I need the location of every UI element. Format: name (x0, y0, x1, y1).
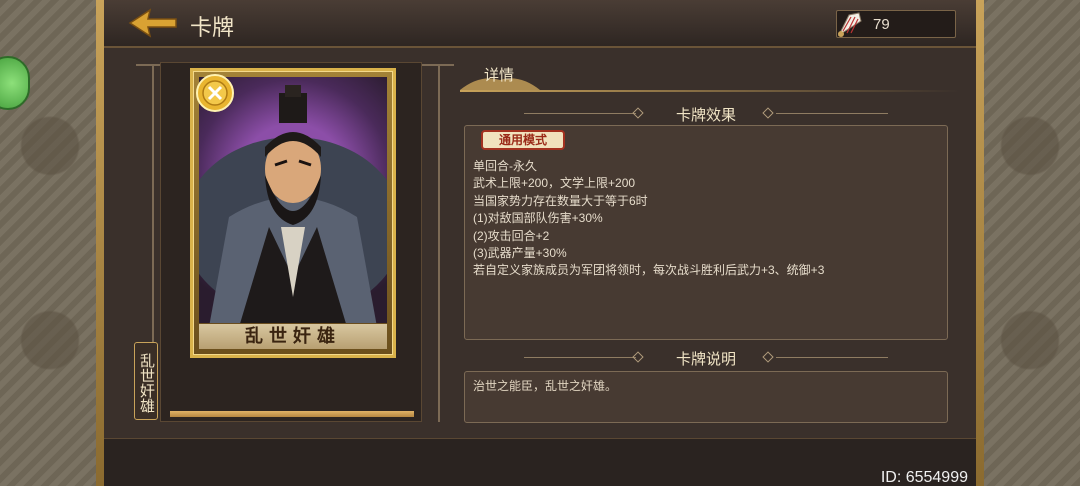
general-portrait-illustration (199, 85, 387, 327)
card-frame[interactable]: 乱世奸雄 (190, 68, 396, 358)
back-button[interactable] (128, 6, 178, 40)
top-bar: 卡牌 79 (104, 0, 976, 48)
effect-title-ornament-right (776, 113, 888, 114)
card-name-banner: 乱世奸雄 (199, 323, 387, 349)
page-title: 卡牌 (190, 16, 235, 41)
description-text: 治世之能臣，乱世之奸雄。 (473, 379, 618, 393)
right-decorative-panel (980, 0, 1080, 486)
mode-tag: 通用模式 (481, 130, 565, 150)
effect-lines: 单回合-永久 武术上限+200，文学上限+200 当国家势力存在数量大于等于6时… (473, 158, 943, 280)
effect-line: 武术上限+200，文学上限+200 (473, 176, 636, 191)
description-section-title: 卡牌说明 (675, 351, 736, 368)
card-detail-window: 卡牌 79 乱世奸雄 乱世奸雄 详情 卡牌效果 通用模式 单回合-永久 武术上限… (104, 0, 976, 486)
effect-line: 当国家势力存在数量大于等于6时 (473, 193, 648, 208)
gold-medal-icon (195, 73, 235, 113)
player-id: ID: 6554999 (880, 469, 968, 486)
tab-details-label: 详情 (484, 67, 515, 84)
left-decorative-panel (0, 0, 100, 486)
effect-section-title: 卡牌效果 (675, 107, 736, 124)
card-rail-right (438, 66, 440, 422)
description-panel: 治世之能臣，乱世之奸雄。 (464, 371, 948, 423)
feather-fan-icon (837, 12, 862, 37)
back-arrow-icon (128, 8, 177, 38)
card-rail-left (152, 66, 154, 342)
card-name-text: 乱世奸雄 (245, 326, 341, 347)
effect-line: 若自定义家族成员为军团将领时，每次战斗胜利后武力+3、统御+3 (473, 263, 825, 278)
tab-details[interactable]: 详情 (460, 58, 540, 92)
currency-display: 79 (836, 10, 956, 38)
effect-line: (3)武器产量+30% (473, 246, 567, 261)
currency-value: 79 (873, 16, 890, 33)
desc-title-ornament-right (776, 357, 888, 358)
effect-line: (1)对敌国部队伤害+30% (473, 211, 603, 226)
right-gold-rail (976, 0, 984, 486)
effect-line: (2)攻击回合+2 (473, 228, 550, 243)
card-rail-top-right (420, 64, 454, 66)
effect-line: 单回合-永久 (473, 159, 537, 173)
card-progress-bar (170, 411, 414, 417)
details-underline (460, 90, 960, 92)
side-menu-tab[interactable] (0, 56, 30, 110)
bottom-bar: ID: 6554999 (104, 438, 976, 486)
effect-panel: 通用模式 单回合-永久 武术上限+200，文学上限+200 当国家势力存在数量大… (464, 125, 948, 340)
card-progress-fill (170, 411, 414, 417)
card-portrait (199, 77, 387, 327)
card-side-label: 乱世奸雄 (134, 342, 158, 420)
left-gold-rail (96, 0, 104, 486)
